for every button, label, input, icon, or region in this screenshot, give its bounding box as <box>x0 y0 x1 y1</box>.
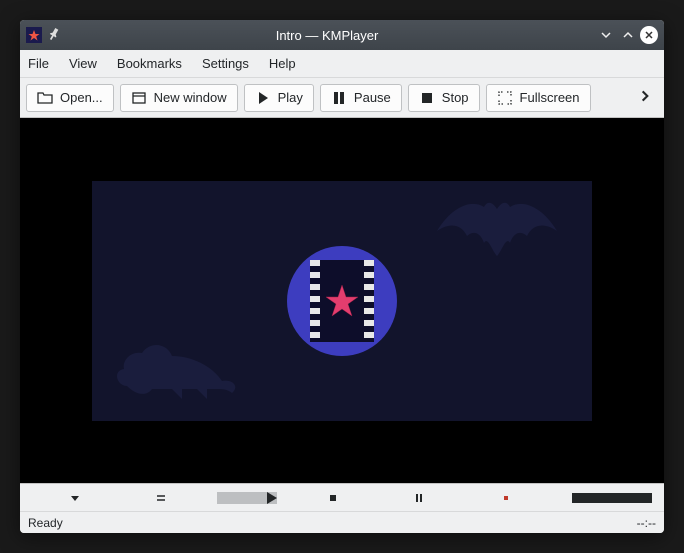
open-label: Open... <box>60 90 103 105</box>
star-icon <box>324 283 360 319</box>
triangle-down-icon <box>69 492 81 504</box>
pause-icon <box>331 90 347 106</box>
list-icon <box>155 492 167 504</box>
seek-slider[interactable] <box>204 492 290 504</box>
folder-icon <box>37 90 53 106</box>
splash-image <box>92 181 592 421</box>
time-display: --:-- <box>637 516 656 530</box>
window-title: Intro — KMPlayer <box>60 28 594 43</box>
toolbar-overflow-button[interactable] <box>632 85 658 110</box>
menu-settings[interactable]: Settings <box>202 56 249 71</box>
playlist-button[interactable] <box>118 492 204 504</box>
app-window: Intro — KMPlayer File View Bookmarks Set… <box>20 20 664 533</box>
fullscreen-button[interactable]: Fullscreen <box>486 84 591 112</box>
minimize-button[interactable] <box>596 25 616 45</box>
logo-disc <box>287 246 397 356</box>
video-area[interactable] <box>20 118 664 483</box>
new-window-button[interactable]: New window <box>120 84 238 112</box>
play-icon <box>255 90 271 106</box>
filmstrip-icon <box>310 260 374 342</box>
menu-file[interactable]: File <box>28 56 49 71</box>
window-icon <box>131 90 147 106</box>
play-button[interactable]: Play <box>244 84 314 112</box>
stop-button[interactable]: Stop <box>408 84 480 112</box>
stop-label: Stop <box>442 90 469 105</box>
rat-icon <box>112 331 242 411</box>
menu-bookmarks[interactable]: Bookmarks <box>117 56 182 71</box>
pause-icon <box>413 492 425 504</box>
chevron-right-icon <box>638 89 652 103</box>
popup-menu-button[interactable] <box>32 492 118 504</box>
bat-icon <box>432 201 562 261</box>
menu-view[interactable]: View <box>69 56 97 71</box>
new-window-label: New window <box>154 90 227 105</box>
toolbar: Open... New window Play Pause Stop Fulls… <box>20 78 664 118</box>
control-stop-button[interactable] <box>290 492 376 504</box>
maximize-button[interactable] <box>618 25 638 45</box>
menubar: File View Bookmarks Settings Help <box>20 50 664 78</box>
record-icon <box>500 492 512 504</box>
record-button[interactable] <box>463 492 549 504</box>
fullscreen-icon <box>497 90 513 106</box>
pause-label: Pause <box>354 90 391 105</box>
fullscreen-label: Fullscreen <box>520 90 580 105</box>
statusbar: Ready --:-- <box>20 511 664 533</box>
status-text: Ready <box>28 516 63 530</box>
control-pause-button[interactable] <box>376 492 462 504</box>
app-icon <box>26 27 42 43</box>
close-button[interactable] <box>640 26 658 44</box>
pause-button[interactable]: Pause <box>320 84 402 112</box>
player-controls <box>20 483 664 511</box>
titlebar[interactable]: Intro — KMPlayer <box>20 20 664 50</box>
stop-icon <box>419 90 435 106</box>
volume-slider[interactable] <box>549 493 652 503</box>
open-button[interactable]: Open... <box>26 84 114 112</box>
play-label: Play <box>278 90 303 105</box>
menu-help[interactable]: Help <box>269 56 296 71</box>
stop-icon <box>327 492 339 504</box>
